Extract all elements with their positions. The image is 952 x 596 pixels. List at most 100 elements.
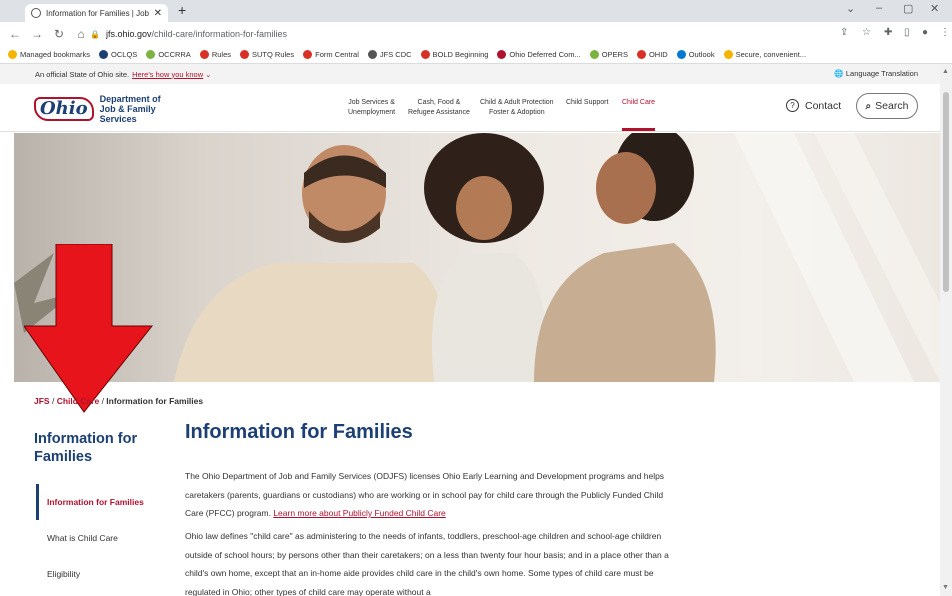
reload-icon[interactable]: ↻ bbox=[52, 27, 66, 41]
nav-label-1: Child & Adult Protection bbox=[480, 99, 554, 106]
bookmark-favicon-icon bbox=[636, 50, 646, 59]
breadcrumb-jfs[interactable]: JFS bbox=[34, 396, 50, 406]
definition-paragraph: Ohio law defines "child care" as adminis… bbox=[185, 527, 675, 596]
bookmark-label: Form Central bbox=[315, 50, 359, 59]
bookmark-label: Secure, convenient... bbox=[735, 50, 807, 59]
bookmark-item[interactable]: Outlook bbox=[676, 50, 715, 59]
odjfs-logo[interactable]: Ohio Department of Job & Family Services bbox=[34, 94, 161, 124]
ohio-wordmark: Ohio bbox=[34, 97, 94, 121]
nav-cash-food[interactable]: Cash, Food & Refugee Assistance bbox=[408, 98, 470, 118]
bookmark-label: OHID bbox=[648, 50, 668, 59]
scroll-down-icon[interactable]: ▼ bbox=[942, 584, 949, 591]
woman-face bbox=[596, 152, 656, 224]
close-tab-icon[interactable]: ✕ bbox=[154, 8, 162, 19]
bookmark-favicon-icon bbox=[146, 50, 156, 59]
bookmark-item[interactable]: Ohio Deferred Com... bbox=[497, 50, 581, 59]
bookmark-item[interactable]: SUTQ Rules bbox=[240, 50, 294, 59]
bookmark-label: OCLQS bbox=[111, 50, 138, 59]
bookmark-item[interactable]: Secure, convenient... bbox=[723, 50, 807, 59]
bookmark-item[interactable]: Managed bookmarks bbox=[8, 50, 90, 59]
bookmark-favicon-icon bbox=[303, 50, 313, 59]
bookmark-label: OPERS bbox=[601, 50, 628, 59]
browser-tab[interactable]: Information for Families | Job and ✕ bbox=[25, 4, 168, 22]
scroll-up-icon[interactable]: ▲ bbox=[942, 68, 949, 75]
sidepanel-icon[interactable]: ▯ bbox=[904, 27, 910, 38]
bookmark-item[interactable]: OCCRRA bbox=[146, 50, 191, 59]
bookmark-label: BOLD Beginning bbox=[432, 50, 489, 59]
nav-label-2: Unemployment bbox=[348, 109, 396, 116]
nav-job-services[interactable]: Job Services & Unemployment bbox=[348, 98, 395, 118]
arrow-down-shape bbox=[24, 244, 154, 413]
minimize-button[interactable]: – bbox=[876, 2, 882, 14]
language-label: Language Translation bbox=[845, 69, 918, 78]
new-tab-button[interactable]: + bbox=[178, 2, 186, 18]
bookmark-item[interactable]: OHID bbox=[636, 50, 668, 59]
sidebar-item-what-is-child-care[interactable]: What is Child Care bbox=[36, 533, 118, 543]
nav-label-1: Child Support bbox=[566, 99, 609, 106]
globe-icon bbox=[31, 8, 41, 18]
bookmarks-bar: Managed bookmarks OCLQS OCCRRA Rules SUTQ Ru… bbox=[0, 46, 952, 64]
nav-label-2: Refugee Assistance bbox=[408, 109, 470, 116]
url-host: jfs.ohio.gov bbox=[105, 29, 152, 39]
bookmark-favicon-icon bbox=[497, 50, 507, 59]
bookmark-favicon-icon bbox=[420, 50, 430, 59]
lock-icon[interactable]: 🔒 bbox=[90, 30, 100, 39]
bookmark-item[interactable]: JFS CDC bbox=[367, 50, 412, 59]
nav-child-care[interactable]: Child Care bbox=[622, 98, 655, 108]
share-icon[interactable]: ⇪ bbox=[840, 27, 848, 38]
bookmark-label: Rules bbox=[211, 50, 232, 59]
bookmark-favicon-icon bbox=[723, 50, 733, 59]
breadcrumb-child-care[interactable]: Child Care bbox=[57, 396, 100, 406]
bookmark-favicon-icon bbox=[199, 50, 209, 59]
contact-button[interactable]: ? Contact bbox=[786, 99, 841, 112]
nav-child-support[interactable]: Child Support bbox=[566, 98, 608, 108]
tab-title: Information for Families | Job and bbox=[46, 8, 150, 18]
bookmark-item[interactable]: Form Central bbox=[303, 50, 359, 59]
bookmark-favicon-icon bbox=[99, 50, 109, 59]
page-scrollbar[interactable]: ▲ ▼ bbox=[940, 64, 952, 596]
pfcc-learn-more-link[interactable]: Learn more about Publicly Funded Child C… bbox=[273, 508, 445, 518]
url-path: /child-care/information-for-families bbox=[151, 29, 288, 39]
chevron-down-icon: ⌄ bbox=[205, 69, 212, 79]
bookmark-item[interactable]: OCLQS bbox=[99, 50, 137, 59]
search-icon: ⌕ bbox=[865, 100, 872, 112]
window-close-button[interactable]: ✕ bbox=[930, 2, 939, 15]
bookmark-item[interactable]: BOLD Beginning bbox=[420, 50, 489, 59]
maximize-button[interactable]: ▢ bbox=[903, 2, 913, 15]
tab-search-icon[interactable]: ⌄ bbox=[846, 2, 855, 15]
breadcrumb: JFS / Child Care / Information for Famil… bbox=[34, 396, 204, 406]
intro-paragraph: The Ohio Department of Job and Family Se… bbox=[185, 467, 675, 523]
active-nav-indicator bbox=[622, 128, 655, 131]
how-you-know-link[interactable]: Here's how you know bbox=[132, 70, 203, 79]
bookmark-label: Outlook bbox=[688, 50, 715, 59]
scroll-thumb[interactable] bbox=[943, 92, 949, 292]
extensions-icon[interactable]: ✚ bbox=[884, 27, 892, 38]
menu-kebab-icon[interactable]: ⋮ bbox=[940, 27, 950, 38]
forward-icon[interactable]: → bbox=[30, 27, 44, 41]
back-icon[interactable]: ← bbox=[8, 27, 22, 41]
browser-tabstrip: Information for Families | Job and ✕ + ⌄… bbox=[0, 0, 952, 22]
bookmark-label: Managed bookmarks bbox=[20, 50, 91, 59]
bookmark-item[interactable]: OPERS bbox=[589, 50, 628, 59]
nav-child-adult-protection[interactable]: Child & Adult Protection Foster & Adopti… bbox=[480, 98, 554, 118]
bookmark-favicon-icon bbox=[240, 50, 250, 59]
sidebar-item-eligibility[interactable]: Eligibility bbox=[36, 569, 80, 579]
bookmark-favicon-icon bbox=[589, 50, 599, 59]
address-bar[interactable]: 🔒 jfs.ohio.gov/child-care/information-fo… bbox=[90, 25, 830, 43]
nav-label-1: Cash, Food & bbox=[417, 99, 461, 106]
bookmark-label: OCCRRA bbox=[158, 50, 191, 59]
child-face bbox=[456, 176, 512, 240]
breadcrumb-current: Information for Families bbox=[106, 396, 204, 406]
dept-line-3: Services bbox=[99, 114, 137, 124]
sidebar-item-information-for-families[interactable]: Information for Families bbox=[36, 484, 144, 520]
red-arrow-annotation bbox=[24, 244, 154, 413]
profile-avatar-icon[interactable]: ● bbox=[922, 27, 928, 38]
bookmark-star-icon[interactable]: ☆ bbox=[862, 27, 871, 38]
home-icon[interactable]: ⌂ bbox=[74, 27, 88, 41]
page-title: Information for Families bbox=[185, 421, 413, 443]
sidebar-title: Information for Families bbox=[34, 431, 138, 465]
site-header: Ohio Department of Job & Family Services… bbox=[0, 84, 940, 132]
search-button[interactable]: ⌕ Search bbox=[856, 93, 918, 119]
bookmark-item[interactable]: Rules bbox=[199, 50, 232, 59]
language-translation-button[interactable]: 🌐 Language Translation bbox=[834, 69, 918, 78]
